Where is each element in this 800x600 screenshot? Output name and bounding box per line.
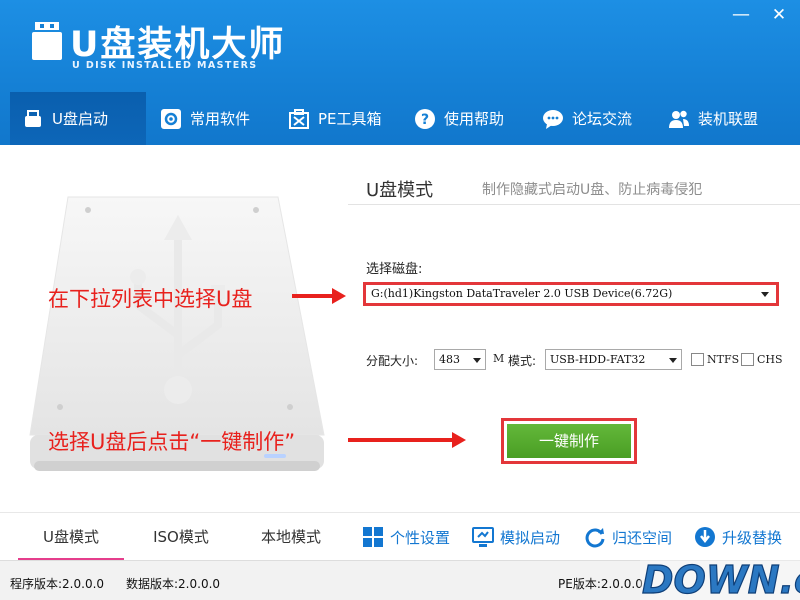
minimize-button[interactable]: — [728, 4, 754, 26]
options-row: 分配大小: 483 M 模式: USB-HDD-FAT32 NTFS CHS [366, 349, 800, 371]
tab-iso-mode[interactable]: ISO模式 [128, 513, 234, 561]
chevron-down-icon [761, 292, 769, 297]
chat-bubble-icon [543, 109, 563, 129]
logo-usb-icon [32, 22, 62, 60]
annotation-select-disk: 在下拉列表中选择U盘 [48, 287, 253, 311]
help-question-icon: ? [415, 108, 435, 129]
mode-select[interactable]: USB-HDD-FAT32 [545, 349, 682, 370]
alloc-size-label: 分配大小: [366, 354, 419, 368]
tool-label: 归还空间 [612, 528, 673, 547]
usb-drive-icon [25, 109, 41, 127]
mode-description: 制作隐藏式启动U盘、防止病毒侵犯 [482, 182, 703, 198]
watermark-logo: DOWN.cc [640, 553, 800, 600]
monitor-icon [472, 527, 494, 547]
grid-settings-icon [363, 527, 383, 547]
usb-hard-drive-illustration [29, 196, 325, 471]
nav-label: PE工具箱 [318, 110, 382, 128]
nav-label: 常用软件 [190, 110, 251, 128]
tab-local-mode[interactable]: 本地模式 [238, 513, 344, 561]
tool-restore-space[interactable]: 归还空间 [584, 525, 672, 549]
chs-checkbox[interactable] [741, 353, 754, 366]
data-version: 数据版本:2.0.0.0 [126, 577, 221, 591]
divider [348, 204, 800, 205]
tool-upgrade[interactable]: 升级替换 [694, 525, 782, 549]
chs-label: CHS [757, 353, 783, 366]
disk-select-label: 选择磁盘: [366, 262, 423, 277]
tab-usb-mode[interactable]: U盘模式 [18, 513, 124, 561]
tool-personalize[interactable]: 个性设置 [362, 525, 450, 549]
download-icon [695, 527, 715, 547]
nav-item-forum[interactable]: 论坛交流 [530, 92, 644, 145]
main-nav: U盘启动 常用软件 PE工具箱 ? 使用帮助 论坛交流 装机联盟 [10, 92, 790, 145]
ntfs-label: NTFS [707, 353, 740, 366]
nav-label: 论坛交流 [572, 110, 633, 128]
software-gear-icon [161, 108, 181, 129]
alloc-size-value: 483 [439, 353, 460, 366]
program-version: 程序版本:2.0.0.0 [10, 577, 105, 591]
chevron-down-icon [473, 358, 481, 363]
tool-label: 个性设置 [390, 528, 451, 547]
tool-label: 升级替换 [722, 528, 783, 547]
disk-select-value: G:(hd1)Kingston DataTraveler 2.0 USB Dev… [371, 287, 673, 300]
mode-title: U盘模式 [366, 180, 434, 201]
toolbox-icon [289, 108, 309, 129]
disk-select-dropdown[interactable]: G:(hd1)Kingston DataTraveler 2.0 USB Dev… [363, 282, 779, 306]
alloc-unit-label: M [493, 352, 505, 365]
mode-label: 模式: [508, 354, 537, 368]
mode-value: USB-HDD-FAT32 [550, 353, 646, 366]
people-icon [669, 110, 689, 128]
nav-item-usb-boot[interactable]: U盘启动 [10, 92, 146, 145]
red-arrow-icon [292, 288, 346, 304]
nav-label: 使用帮助 [444, 110, 505, 128]
nav-label: 装机联盟 [698, 110, 759, 128]
nav-item-software[interactable]: 常用软件 [148, 92, 262, 145]
app-logo: U盘装机大师 U DISK INSTALLED MASTERS [32, 14, 283, 76]
alloc-size-select[interactable]: 483 [434, 349, 486, 370]
app-subtitle: U DISK INSTALLED MASTERS [72, 60, 258, 71]
app-header: U盘装机大师 U DISK INSTALLED MASTERS — ✕ U盘启动… [0, 0, 800, 145]
one-click-make-button[interactable]: 一键制作 [507, 424, 631, 458]
refresh-icon [585, 528, 605, 548]
make-button-highlight: 一键制作 [501, 418, 637, 464]
pe-version: PE版本:2.0.0.0 [558, 577, 643, 591]
red-arrow-icon [348, 432, 466, 448]
nav-label: U盘启动 [52, 110, 108, 128]
watermark-text: DOWN.cc [642, 558, 800, 600]
close-button[interactable]: ✕ [766, 4, 792, 26]
annotation-click-make: 选择U盘后点击“一键制作” [48, 430, 296, 454]
tool-simulate-boot[interactable]: 模拟启动 [472, 525, 560, 549]
ntfs-checkbox[interactable] [691, 353, 704, 366]
nav-item-alliance[interactable]: 装机联盟 [656, 92, 770, 145]
chevron-down-icon [669, 358, 677, 363]
svg-text:?: ? [421, 112, 429, 128]
nav-item-help[interactable]: ? 使用帮助 [402, 92, 516, 145]
nav-item-pe-toolbox[interactable]: PE工具箱 [276, 92, 394, 145]
tool-label: 模拟启动 [500, 528, 561, 547]
